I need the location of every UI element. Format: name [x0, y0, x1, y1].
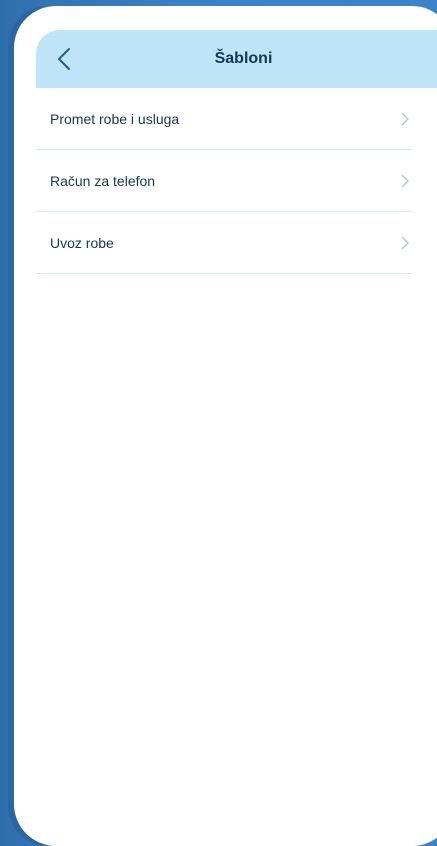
chevron-right-icon	[401, 174, 409, 188]
list-item-label: Promet robe i usluga	[50, 111, 180, 127]
list-item-label: Račun za telefon	[50, 173, 156, 189]
app-screen: Šabloni Promet robe i usluga Račun za te…	[14, 6, 437, 846]
templates-list: Promet robe i usluga Račun za telefon Uv…	[36, 88, 412, 274]
page-title: Šabloni	[214, 50, 273, 67]
chevron-right-icon	[401, 236, 409, 250]
list-item-uvoz-robe[interactable]: Uvoz robe	[36, 212, 412, 274]
list-item-racun-telefon[interactable]: Račun za telefon	[36, 150, 412, 212]
list-item-promet-robe[interactable]: Promet robe i usluga	[36, 88, 412, 150]
chevron-right-icon	[401, 112, 409, 126]
header-bar: Šabloni	[36, 30, 437, 88]
list-item-label: Uvoz robe	[50, 235, 114, 251]
